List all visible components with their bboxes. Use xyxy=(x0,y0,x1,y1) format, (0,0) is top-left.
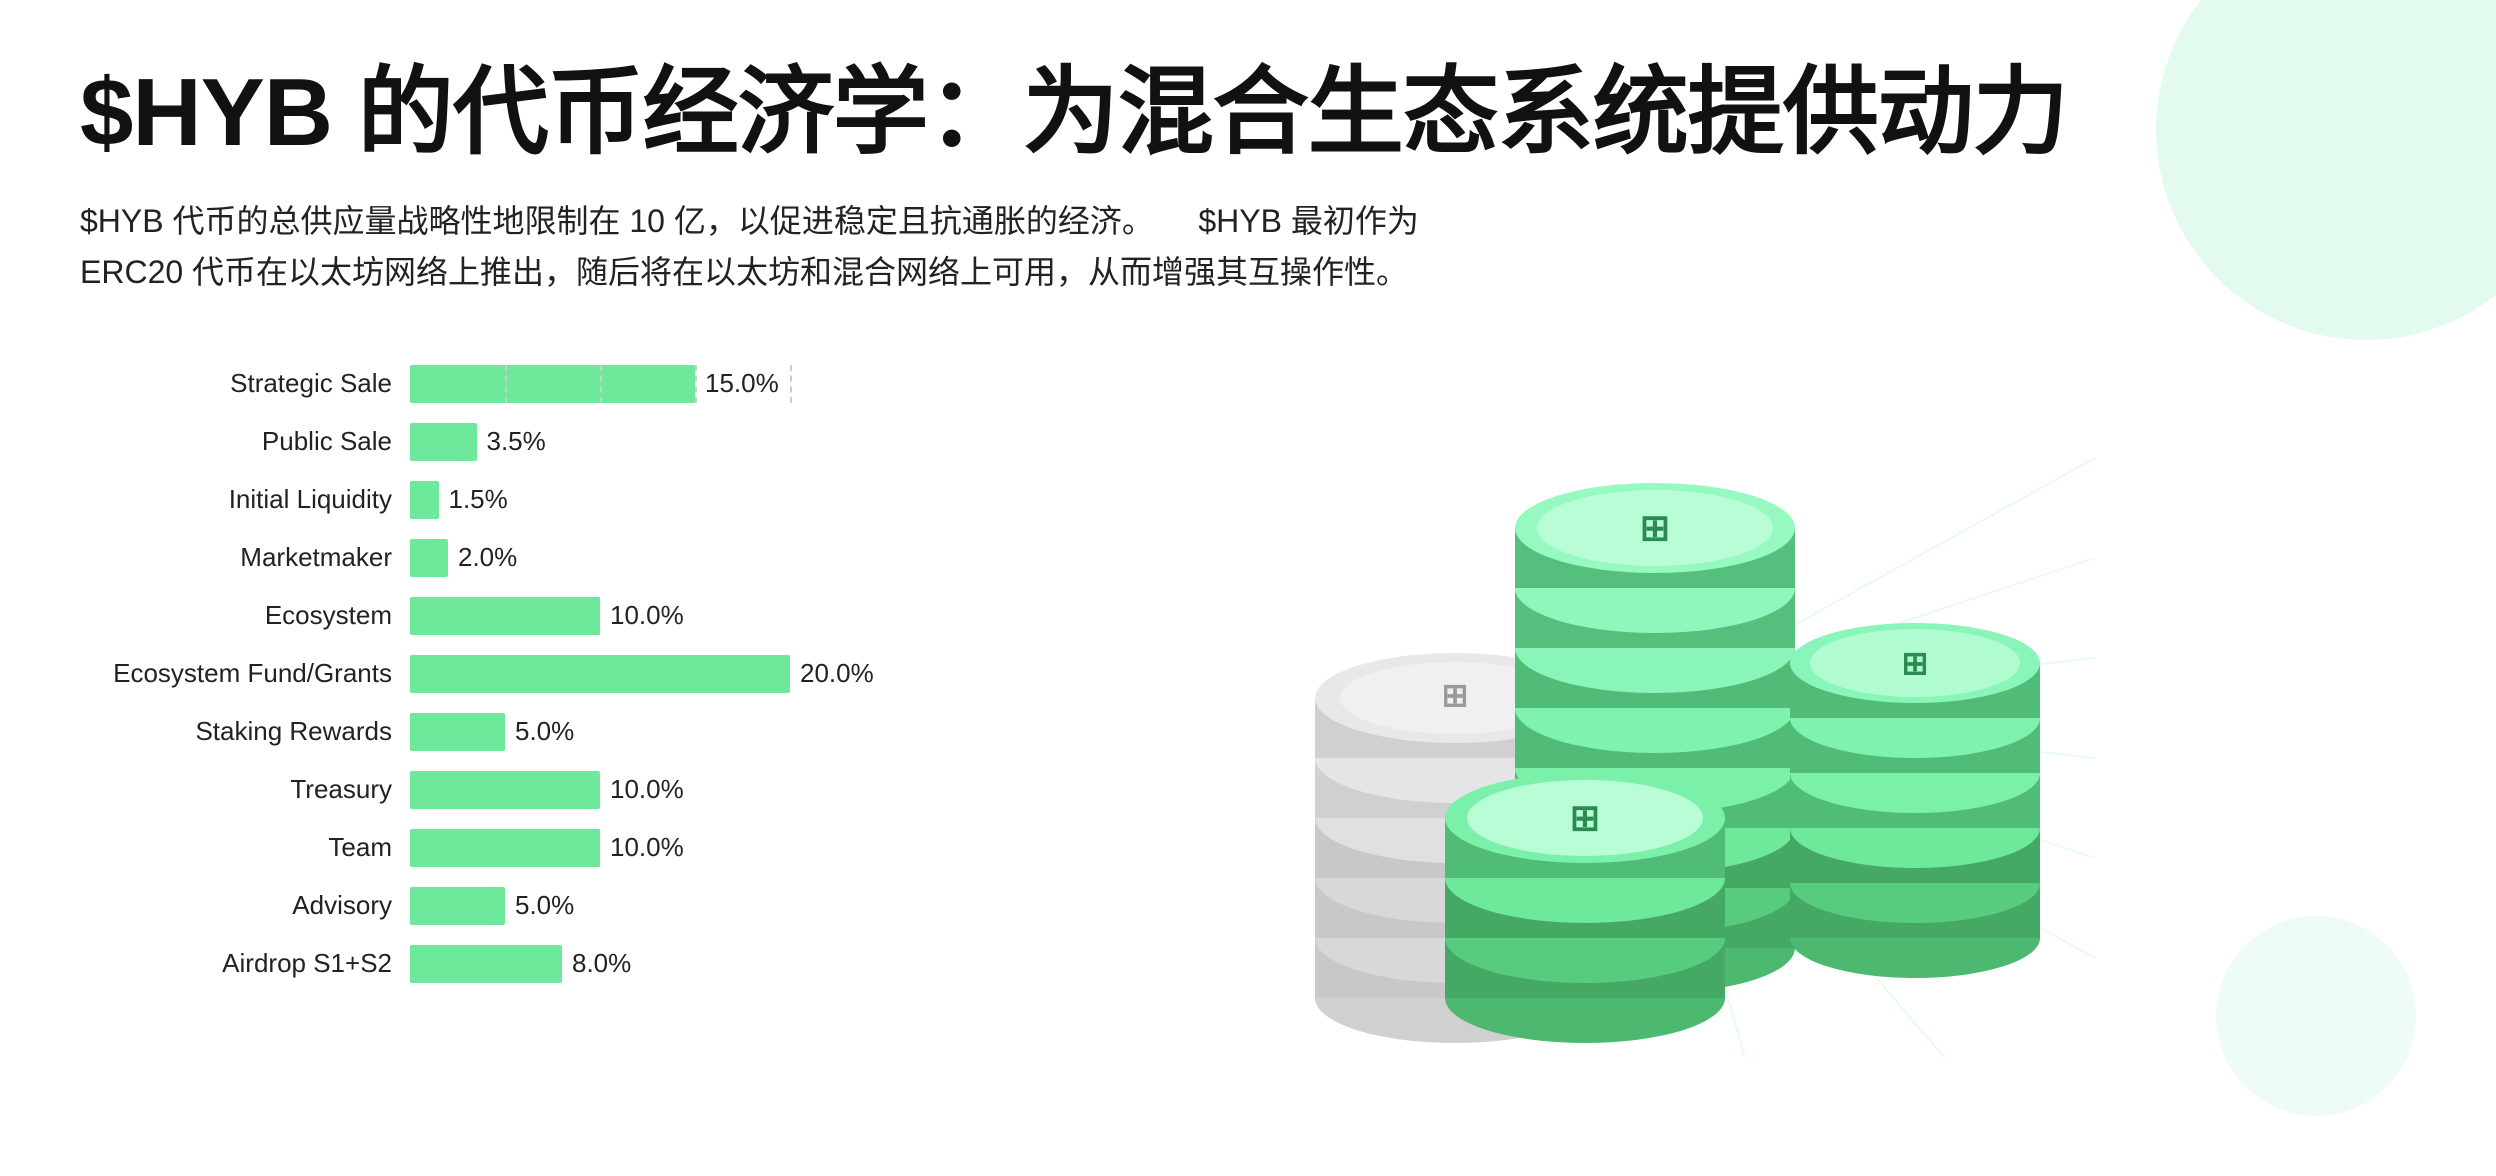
bar-fill xyxy=(410,655,790,693)
bar-fill xyxy=(410,365,695,403)
bar-label: Staking Rewards xyxy=(80,716,410,747)
page-title: $HYB 的代币经济学：为混合生态系统提供动力 xyxy=(80,60,2416,166)
bar-fill xyxy=(410,887,505,925)
bar-label: Public Sale xyxy=(80,426,410,457)
bar-row: Public Sale 3.5% xyxy=(80,416,874,468)
bar-label: Airdrop S1+S2 xyxy=(80,948,410,979)
bar-value: 2.0% xyxy=(458,542,517,573)
bar-value: 10.0% xyxy=(610,832,684,863)
grid-line xyxy=(600,365,602,403)
bar-value: 5.0% xyxy=(515,716,574,747)
bar-value: 5.0% xyxy=(515,890,574,921)
bar-label: Ecosystem Fund/Grants xyxy=(80,658,410,689)
coins-illustration: ⊞ xyxy=(1195,358,2095,1058)
grid-line xyxy=(695,365,697,403)
chart-image-row: Strategic Sale 15.0% Public Sale 3.5% Initia… xyxy=(80,358,2416,1058)
bar-row: Ecosystem 10.0% xyxy=(80,590,874,642)
description-part1: $HYB 代币的总供应量战略性地限制在 10 亿，以促进稳定且抗通胀的经济。 xyxy=(80,203,1154,239)
svg-text:⊞: ⊞ xyxy=(1640,507,1670,548)
bar-label: Advisory xyxy=(80,890,410,921)
bar-label: Team xyxy=(80,832,410,863)
grid-line xyxy=(790,365,792,403)
bar-label: Marketmaker xyxy=(80,542,410,573)
svg-text:⊞: ⊞ xyxy=(1570,797,1600,838)
bar-label: Strategic Sale xyxy=(80,368,410,399)
bar-value: 10.0% xyxy=(610,600,684,631)
bar-fill xyxy=(410,945,562,983)
bar-value: 1.5% xyxy=(449,484,508,515)
bar-value: 10.0% xyxy=(610,774,684,805)
bar-row: Staking Rewards 5.0% xyxy=(80,706,874,758)
bar-row: Advisory 5.0% xyxy=(80,880,874,932)
bar-fill xyxy=(410,539,448,577)
bar-fill xyxy=(410,829,600,867)
grid-line xyxy=(505,365,507,403)
bar-fill xyxy=(410,597,600,635)
svg-text:⊞: ⊞ xyxy=(1901,645,1928,681)
bar-label: Initial Liquidity xyxy=(80,484,410,515)
bar-fill xyxy=(410,423,477,461)
bar-row: Team 10.0% xyxy=(80,822,874,874)
bar-value: 3.5% xyxy=(487,426,546,457)
bar-value: 8.0% xyxy=(572,948,631,979)
bar-row: Marketmaker 2.0% xyxy=(80,532,874,584)
bar-row: Treasury 10.0% xyxy=(80,764,874,816)
bar-fill xyxy=(410,771,600,809)
bar-row: Airdrop S1+S2 8.0% xyxy=(80,938,874,990)
svg-text:⊞: ⊞ xyxy=(1441,677,1468,713)
bar-fill xyxy=(410,713,505,751)
page-wrapper: $HYB 的代币经济学：为混合生态系统提供动力 $HYB 代币的总供应量战略性地… xyxy=(0,0,2496,1176)
bar-label: Ecosystem xyxy=(80,600,410,631)
coin-image-area: ⊞ xyxy=(874,358,2416,1058)
bar-row: Initial Liquidity 1.5% xyxy=(80,474,874,526)
main-content: $HYB 的代币经济学：为混合生态系统提供动力 $HYB 代币的总供应量战略性地… xyxy=(80,60,2416,1058)
bar-value: 15.0% xyxy=(705,368,779,399)
page-description: $HYB 代币的总供应量战略性地限制在 10 亿，以促进稳定且抗通胀的经济。 $… xyxy=(80,196,1480,298)
bar-fill xyxy=(410,481,439,519)
bar-row: Strategic Sale 15.0% xyxy=(80,358,874,410)
bar-chart: Strategic Sale 15.0% Public Sale 3.5% Initia… xyxy=(80,358,874,996)
bar-label: Treasury xyxy=(80,774,410,805)
bar-value: 20.0% xyxy=(800,658,874,689)
bar-row: Ecosystem Fund/Grants 20.0% xyxy=(80,648,874,700)
